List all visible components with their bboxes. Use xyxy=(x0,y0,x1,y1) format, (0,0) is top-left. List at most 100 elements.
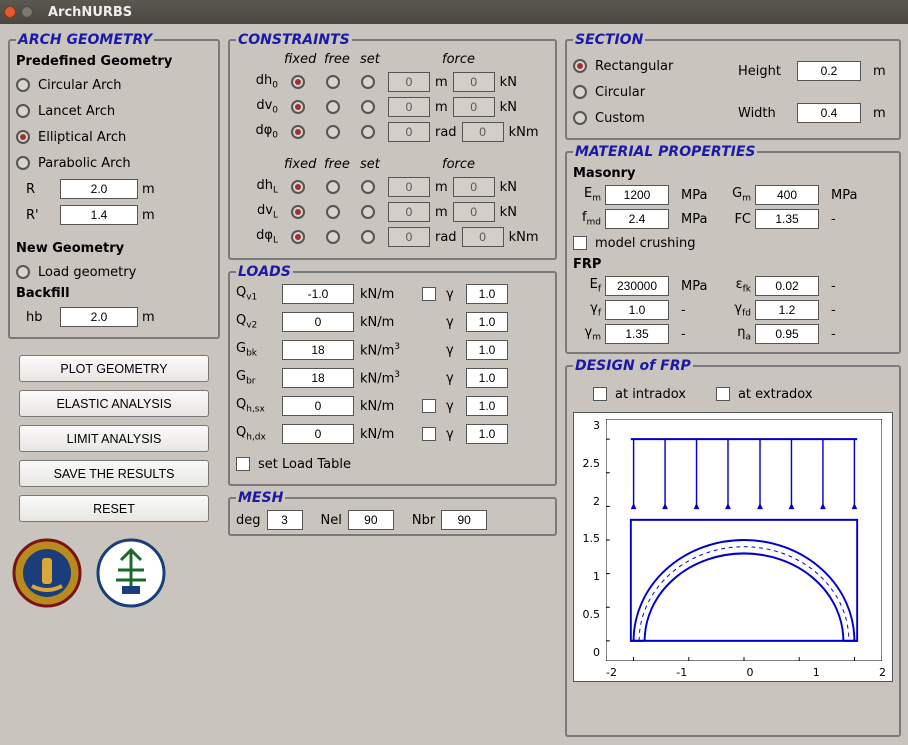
qv1-gamma-input[interactable] xyxy=(466,284,508,304)
dh0-free-radio[interactable] xyxy=(326,75,340,89)
qhsx-check[interactable] xyxy=(422,399,436,413)
qhdx-check[interactable] xyxy=(422,427,436,441)
dv0-set-radio[interactable] xyxy=(361,100,375,114)
deg-input[interactable] xyxy=(267,510,303,530)
dhL-fixed-radio[interactable] xyxy=(291,180,305,194)
hb-unit: m xyxy=(142,310,155,325)
dphiL-set-radio[interactable] xyxy=(361,230,375,244)
constraints-title: CONSTRAINTS xyxy=(236,32,352,48)
fc-input[interactable] xyxy=(755,209,819,229)
university-seal-1-icon xyxy=(12,538,82,608)
height-label: Height xyxy=(738,64,793,79)
extradox-check[interactable] xyxy=(716,387,730,401)
label-load-geometry: Load geometry xyxy=(38,265,136,280)
qhdx-input[interactable] xyxy=(282,424,354,444)
qhsx-input[interactable] xyxy=(282,396,354,416)
gammaf-input[interactable] xyxy=(605,300,669,320)
qv1-check[interactable] xyxy=(422,287,436,301)
window-min-icon[interactable] xyxy=(21,6,33,18)
section-panel: SECTION Rectangular Circular Custom Heig… xyxy=(565,32,901,140)
dh0-fixed-radio[interactable] xyxy=(291,75,305,89)
dhL-set-radio[interactable] xyxy=(361,180,375,194)
dv0-force-input[interactable] xyxy=(453,97,495,117)
dvL-set-radio[interactable] xyxy=(361,205,375,219)
hb-label: hb xyxy=(26,310,56,325)
r-label: R xyxy=(26,182,56,197)
dvL-set-input[interactable] xyxy=(388,202,430,222)
dhL-free-radio[interactable] xyxy=(326,180,340,194)
hdr-set: set xyxy=(360,52,390,67)
gbk-input[interactable] xyxy=(282,340,354,360)
gammam-input[interactable] xyxy=(605,324,669,344)
radio-circular-arch[interactable] xyxy=(16,78,30,92)
dphi0-set-radio[interactable] xyxy=(361,125,375,139)
plot-geometry-button[interactable]: PLOT GEOMETRY xyxy=(19,355,209,382)
masonry-label: Masonry xyxy=(573,166,893,181)
backfill-label: Backfill xyxy=(16,286,212,301)
dvL-free-radio[interactable] xyxy=(326,205,340,219)
gbr-input[interactable] xyxy=(282,368,354,388)
dphiL-force-input[interactable] xyxy=(462,227,504,247)
radio-elliptical-arch[interactable] xyxy=(16,130,30,144)
dvL-force-input[interactable] xyxy=(453,202,495,222)
radio-lancet-arch[interactable] xyxy=(16,104,30,118)
fmd-input[interactable] xyxy=(605,209,669,229)
dh0-set-radio[interactable] xyxy=(361,75,375,89)
save-results-button[interactable]: SAVE THE RESULTS xyxy=(19,460,209,487)
dv0-set-input[interactable] xyxy=(388,97,430,117)
hb-input[interactable] xyxy=(60,307,138,327)
gbr-gamma-input[interactable] xyxy=(466,368,508,388)
rp-input[interactable] xyxy=(60,205,138,225)
dphi0-fixed-radio[interactable] xyxy=(291,125,305,139)
width-input[interactable] xyxy=(797,103,861,123)
dphiL-fixed-radio[interactable] xyxy=(291,230,305,244)
model-crushing-check[interactable] xyxy=(573,236,587,250)
radio-parabolic-arch[interactable] xyxy=(16,156,30,170)
qv2-gamma-input[interactable] xyxy=(466,312,508,332)
r-input[interactable] xyxy=(60,179,138,199)
limit-analysis-button[interactable]: LIMIT ANALYSIS xyxy=(19,425,209,452)
nbr-input[interactable] xyxy=(441,510,487,530)
arch-geometry-panel: ARCH GEOMETRY Predefined Geometry Circul… xyxy=(8,32,220,339)
dh0-force-input[interactable] xyxy=(453,72,495,92)
qv2-input[interactable] xyxy=(282,312,354,332)
qhdx-gamma-input[interactable] xyxy=(466,424,508,444)
new-geometry-label: New Geometry xyxy=(16,241,212,256)
height-input[interactable] xyxy=(797,61,861,81)
dphiL-set-input[interactable] xyxy=(388,227,430,247)
dv0-free-radio[interactable] xyxy=(326,100,340,114)
window-close-icon[interactable] xyxy=(4,6,16,18)
dphiL-free-radio[interactable] xyxy=(326,230,340,244)
radio-custom-section[interactable] xyxy=(573,111,587,125)
etaa-input[interactable] xyxy=(755,324,819,344)
arch-plot: 32.521.510.50 -2-1012 xyxy=(573,412,893,682)
radio-load-geometry[interactable] xyxy=(16,265,30,279)
dhL-set-input[interactable] xyxy=(388,177,430,197)
elastic-analysis-button[interactable]: ELASTIC ANALYSIS xyxy=(19,390,209,417)
gm-input[interactable] xyxy=(755,185,819,205)
reset-button[interactable]: RESET xyxy=(19,495,209,522)
dphi0-free-radio[interactable] xyxy=(326,125,340,139)
radio-rectangular-section[interactable] xyxy=(573,59,587,73)
ef-input[interactable] xyxy=(605,276,669,296)
dhL-force-input[interactable] xyxy=(453,177,495,197)
intradox-check[interactable] xyxy=(593,387,607,401)
radio-circular-section[interactable] xyxy=(573,85,587,99)
dv0-fixed-radio[interactable] xyxy=(291,100,305,114)
design-frp-panel: DESIGN of FRP at intradox at extradox 32… xyxy=(565,358,901,737)
fc-label: FC xyxy=(723,212,751,227)
nel-input[interactable] xyxy=(348,510,394,530)
dphi0-force-input[interactable] xyxy=(462,122,504,142)
qv1-input[interactable] xyxy=(282,284,354,304)
dphi0-set-input[interactable] xyxy=(388,122,430,142)
r-unit: m xyxy=(142,182,155,197)
dvL-fixed-radio[interactable] xyxy=(291,205,305,219)
dh0-set-input[interactable] xyxy=(388,72,430,92)
gbk-gamma-input[interactable] xyxy=(466,340,508,360)
qhsx-gamma-input[interactable] xyxy=(466,396,508,416)
gammafd-input[interactable] xyxy=(755,300,819,320)
efk-input[interactable] xyxy=(755,276,819,296)
university-seal-2-icon xyxy=(96,538,166,608)
set-load-table-check[interactable] xyxy=(236,457,250,471)
em-input[interactable] xyxy=(605,185,669,205)
